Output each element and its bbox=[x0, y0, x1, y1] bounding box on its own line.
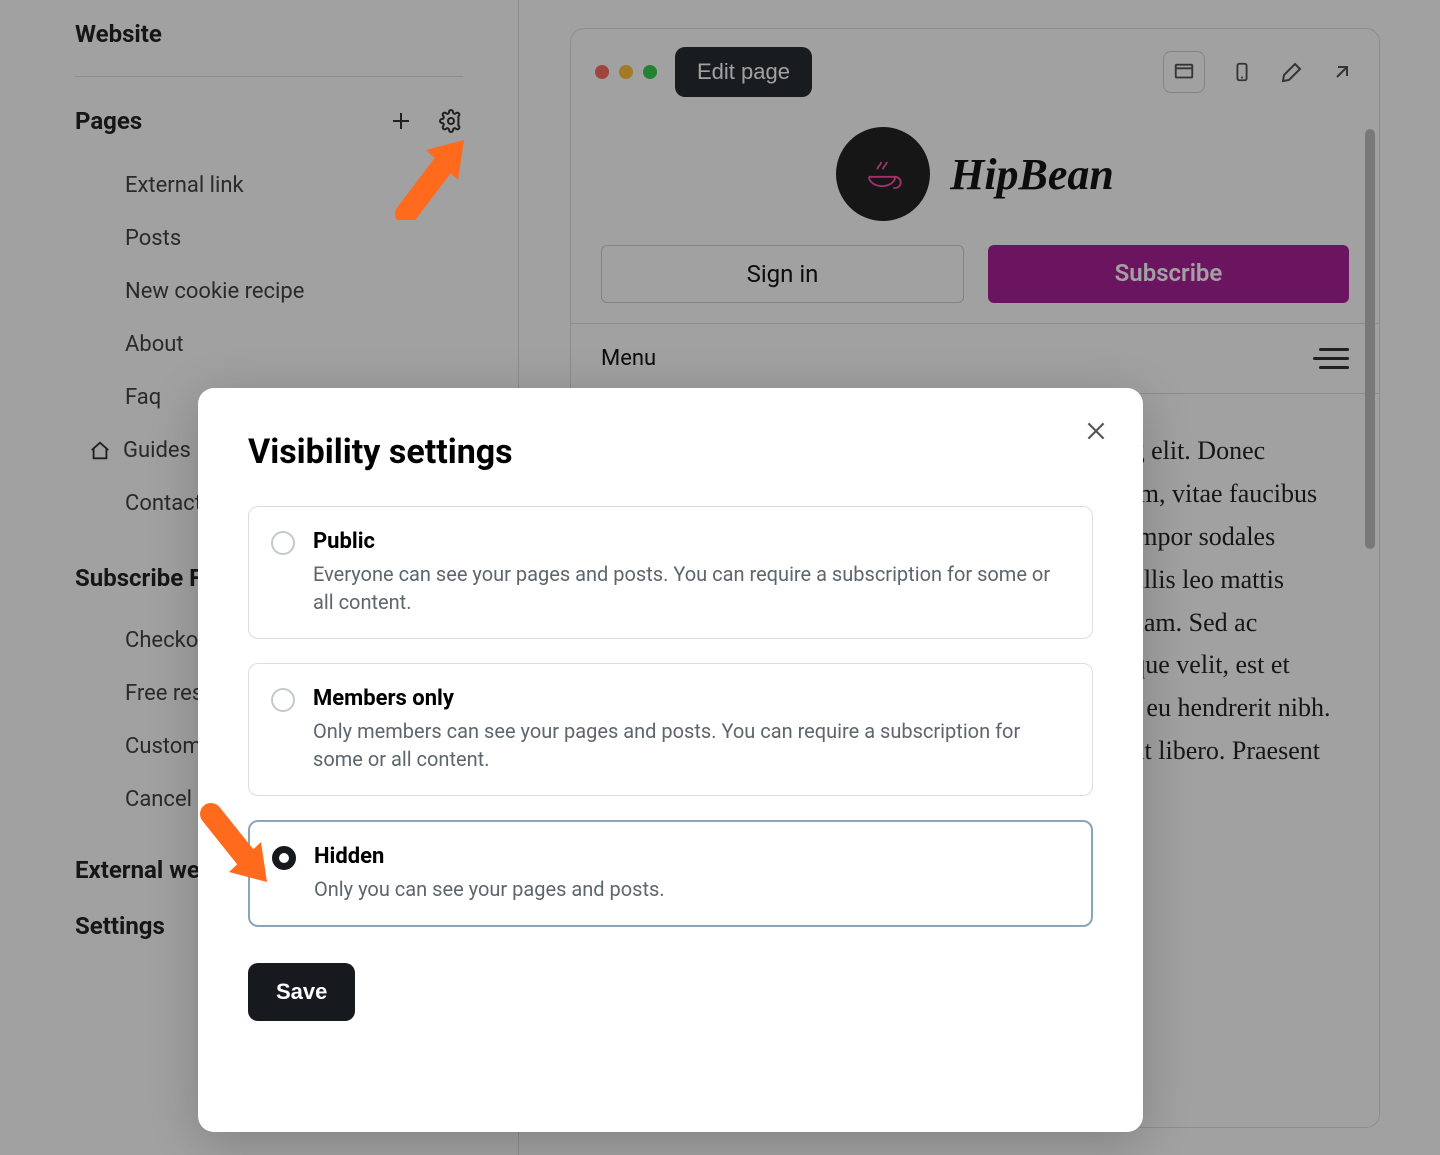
option-title: Hidden bbox=[314, 844, 1069, 869]
option-title: Members only bbox=[313, 686, 1070, 711]
radio-icon bbox=[271, 688, 295, 712]
radio-icon bbox=[271, 531, 295, 555]
visibility-option-members-only[interactable]: Members only Only members can see your pa… bbox=[248, 663, 1093, 796]
annotation-arrow-hidden bbox=[195, 802, 273, 890]
annotation-arrow-gear bbox=[392, 132, 470, 220]
option-description: Only members can see your pages and post… bbox=[313, 717, 1070, 773]
save-button[interactable]: Save bbox=[248, 963, 355, 1021]
close-icon[interactable] bbox=[1083, 418, 1109, 444]
option-description: Everyone can see your pages and posts. Y… bbox=[313, 560, 1070, 616]
option-description: Only you can see your pages and posts. bbox=[314, 875, 1069, 903]
modal-title: Visibility settings bbox=[248, 432, 1093, 472]
visibility-option-public[interactable]: Public Everyone can see your pages and po… bbox=[248, 506, 1093, 639]
option-title: Public bbox=[313, 529, 1070, 554]
visibility-option-hidden[interactable]: Hidden Only you can see your pages and po… bbox=[248, 820, 1093, 927]
visibility-settings-modal: Visibility settings Public Everyone can s… bbox=[198, 388, 1143, 1132]
radio-icon bbox=[272, 846, 296, 870]
